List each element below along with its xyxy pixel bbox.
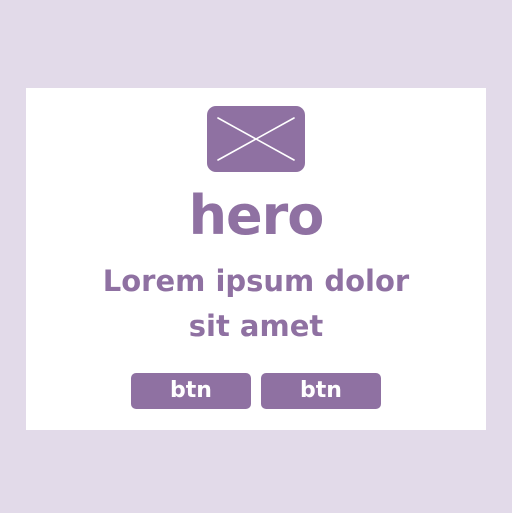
secondary-button[interactable]: btn — [261, 373, 381, 409]
hero-subtitle-line-2: sit amet — [188, 309, 324, 343]
primary-button[interactable]: btn — [131, 373, 251, 409]
hero-title: hero — [188, 184, 325, 247]
hero-subtitle-line-1: Lorem ipsum dolor — [102, 264, 410, 298]
image-placeholder-icon — [207, 106, 305, 172]
hero-card: hero Lorem ipsum dolor sit amet btn btn — [26, 88, 486, 430]
hero-subtitle: Lorem ipsum dolor sit amet — [26, 259, 486, 349]
